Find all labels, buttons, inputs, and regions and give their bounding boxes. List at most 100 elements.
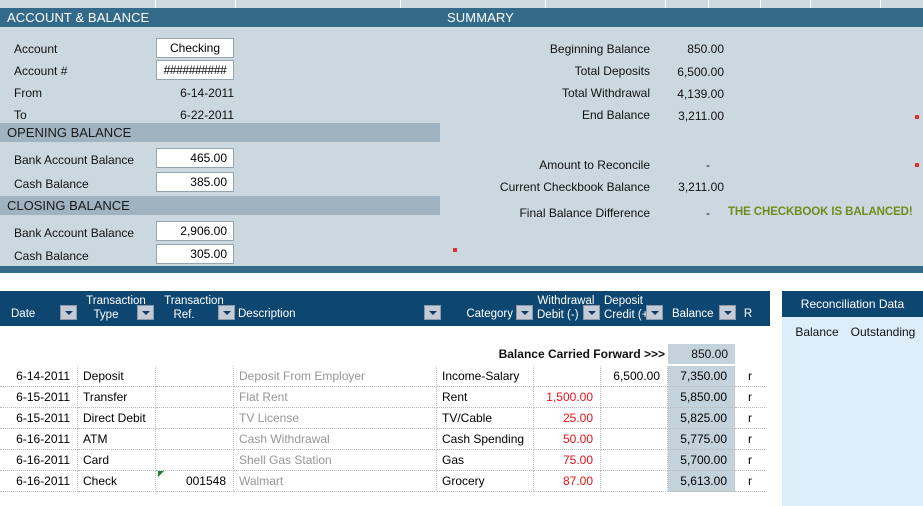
total-deposits-label: Total Deposits: [574, 64, 650, 78]
filter-dropdown-deposit[interactable]: [646, 305, 663, 320]
cell-category[interactable]: Rent: [437, 387, 534, 408]
closing-cash-balance-input[interactable]: 305.00: [156, 244, 234, 264]
opening-balance-title: OPENING BALANCE: [0, 123, 440, 142]
cell-description[interactable]: Flat Rent: [234, 387, 437, 408]
balance-carried-forward-label: Balance Carried Forward >>>: [498, 347, 665, 361]
checkbook-balanced-message: THE CHECKBOOK IS BALANCED!: [728, 206, 913, 218]
cell-category[interactable]: Grocery: [437, 471, 534, 492]
table-row[interactable]: 6-15-2011 Direct Debit TV License TV/Cab…: [0, 408, 770, 429]
cell-deposit[interactable]: [601, 429, 668, 450]
cell-reconciled[interactable]: r: [735, 450, 765, 471]
cell-reconciled[interactable]: r: [735, 408, 765, 429]
account-number-input[interactable]: ##########: [156, 60, 234, 80]
to-date-value[interactable]: 6-22-2011: [150, 108, 234, 122]
table-row[interactable]: 6-16-2011 ATM Cash Withdrawal Cash Spend…: [0, 429, 770, 450]
balance-carried-forward-row: Balance Carried Forward >>> 850.00: [0, 344, 770, 364]
summary-title: SUMMARY: [440, 8, 923, 27]
cell-description[interactable]: Walmart: [234, 471, 437, 492]
closing-cash-balance-label: Cash Balance: [14, 249, 89, 263]
cell-description[interactable]: Shell Gas Station: [234, 450, 437, 471]
cell-description[interactable]: TV License: [234, 408, 437, 429]
closing-balance-title: CLOSING BALANCE: [0, 196, 440, 215]
comment-marker-icon: [453, 248, 457, 252]
cell-type[interactable]: Card: [78, 450, 156, 471]
pane-divider: [0, 266, 923, 273]
cell-date[interactable]: 6-15-2011: [0, 387, 78, 408]
closing-bank-balance-input[interactable]: 2,906.00: [156, 221, 234, 241]
opening-cash-balance-input[interactable]: 385.00: [156, 172, 234, 192]
cell-deposit[interactable]: [601, 471, 668, 492]
from-date-value[interactable]: 6-14-2011: [150, 86, 234, 100]
cell-category[interactable]: TV/Cable: [437, 408, 534, 429]
comment-marker-icon: [915, 115, 919, 119]
account-input[interactable]: Checking: [156, 38, 234, 58]
pane-gap: [0, 273, 923, 291]
cell-reconciled[interactable]: r: [735, 387, 765, 408]
cell-deposit[interactable]: [601, 387, 668, 408]
to-date-label: To: [14, 108, 27, 122]
table-row[interactable]: 6-14-2011 Deposit Deposit From Employer …: [0, 366, 770, 387]
cell-reconciled[interactable]: r: [735, 429, 765, 450]
account-balance-title: ACCOUNT & BALANCE: [0, 8, 440, 27]
filter-dropdown-description[interactable]: [424, 305, 441, 320]
cell-deposit[interactable]: 6,500.00: [601, 366, 668, 387]
cell-withdrawal[interactable]: 1,500.00: [534, 387, 601, 408]
cell-ref[interactable]: [156, 450, 234, 471]
cell-type[interactable]: Deposit: [78, 366, 156, 387]
total-deposits-value: 6,500.00: [677, 65, 724, 79]
cell-withdrawal[interactable]: 87.00: [534, 471, 601, 492]
cell-type[interactable]: Transfer: [78, 387, 156, 408]
amount-to-reconcile-value: -: [706, 158, 710, 172]
cell-withdrawal[interactable]: 50.00: [534, 429, 601, 450]
col-header-ref-line2: Ref.: [173, 309, 195, 321]
cell-ref[interactable]: [156, 366, 234, 387]
cell-balance: 5,850.00: [668, 387, 735, 408]
opening-bank-balance-label: Bank Account Balance: [14, 153, 135, 167]
cell-ref[interactable]: [156, 429, 234, 450]
reconciliation-col-balance: Balance: [795, 325, 839, 339]
table-row[interactable]: 6-16-2011 Card Shell Gas Station Gas 75.…: [0, 450, 770, 471]
cell-deposit[interactable]: [601, 450, 668, 471]
cell-date[interactable]: 6-16-2011: [0, 471, 78, 492]
cell-deposit[interactable]: [601, 408, 668, 429]
col-header-category: Category: [466, 308, 513, 320]
cell-category[interactable]: Cash Spending: [437, 429, 534, 450]
cell-withdrawal[interactable]: [534, 366, 601, 387]
beginning-balance-label: Beginning Balance: [549, 42, 650, 56]
filter-dropdown-withdrawal[interactable]: [583, 305, 600, 320]
table-row[interactable]: 6-16-2011 Check 001548 Walmart Grocery 8…: [0, 471, 770, 492]
filter-dropdown-balance[interactable]: [719, 305, 736, 320]
cell-category[interactable]: Gas: [437, 450, 534, 471]
cell-category[interactable]: Income-Salary: [437, 366, 534, 387]
filter-dropdown-ref[interactable]: [218, 305, 235, 320]
cell-date[interactable]: 6-14-2011: [0, 366, 78, 387]
cell-description[interactable]: Cash Withdrawal: [234, 429, 437, 450]
opening-bank-balance-input[interactable]: 465.00: [156, 148, 234, 168]
total-withdrawal-value: 4,139.00: [677, 87, 724, 101]
column-edge-strip: [0, 0, 923, 8]
account-label: Account: [14, 42, 58, 56]
cell-ref[interactable]: [156, 387, 234, 408]
total-withdrawal-label: Total Withdrawal: [561, 86, 650, 100]
filter-dropdown-date[interactable]: [60, 305, 77, 320]
cell-reconciled[interactable]: r: [735, 366, 765, 387]
cell-reconciled[interactable]: r: [735, 471, 765, 492]
col-header-type-line2: Type: [93, 309, 119, 321]
final-balance-difference-value: -: [706, 206, 710, 220]
cell-date[interactable]: 6-16-2011: [0, 450, 78, 471]
cell-date[interactable]: 6-16-2011: [0, 429, 78, 450]
reconciliation-col-outstanding: Outstanding: [850, 325, 916, 339]
cell-type[interactable]: Direct Debit: [78, 408, 156, 429]
cell-type[interactable]: Check: [78, 471, 156, 492]
cell-withdrawal[interactable]: 25.00: [534, 408, 601, 429]
cell-ref[interactable]: [156, 408, 234, 429]
table-row[interactable]: 6-15-2011 Transfer Flat Rent Rent 1,500.…: [0, 387, 770, 408]
cell-ref[interactable]: 001548: [156, 471, 234, 492]
comment-flag-icon: [158, 471, 164, 477]
cell-date[interactable]: 6-15-2011: [0, 408, 78, 429]
cell-withdrawal[interactable]: 75.00: [534, 450, 601, 471]
cell-description[interactable]: Deposit From Employer: [234, 366, 437, 387]
cell-type[interactable]: ATM: [78, 429, 156, 450]
filter-dropdown-type[interactable]: [137, 305, 154, 320]
final-balance-difference-label: Final Balance Difference: [519, 206, 650, 220]
